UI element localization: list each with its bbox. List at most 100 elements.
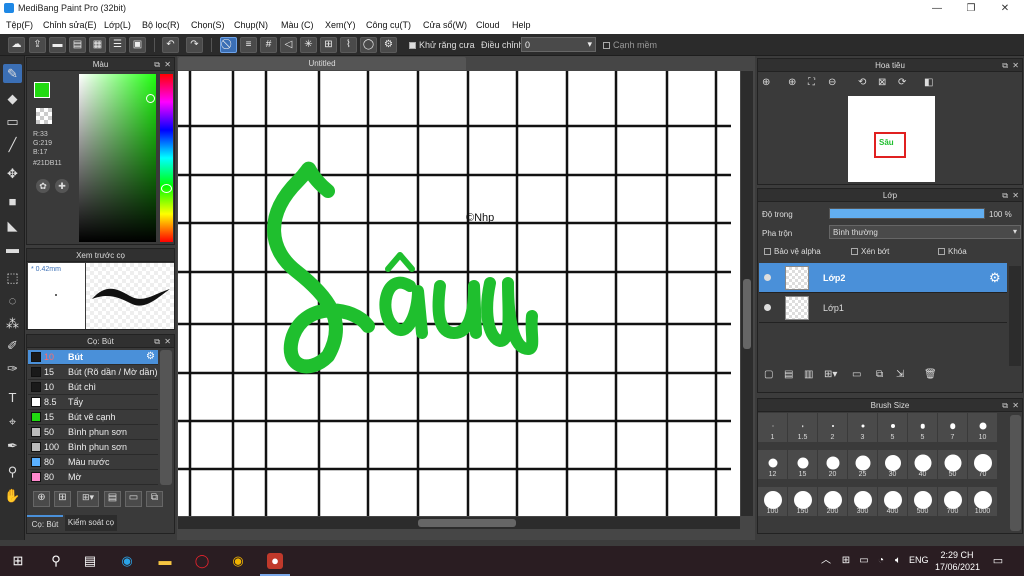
menu-file[interactable]: Tệp(F) <box>6 20 33 30</box>
brush-size-option[interactable]: 150 <box>788 487 817 516</box>
drawing-canvas[interactable]: ©Nhp <box>178 71 740 516</box>
new-layer-icon[interactable]: ▢ <box>764 369 773 380</box>
layer-list-scrollbar[interactable] <box>1009 266 1021 366</box>
close-icon[interactable]: ✕ <box>164 335 171 348</box>
menu-tools[interactable]: Công cụ(T) <box>366 20 411 30</box>
saturation-value-picker[interactable] <box>79 74 156 242</box>
page-icon[interactable]: ▦ <box>89 37 106 53</box>
undock-icon[interactable]: ⧉ <box>154 335 160 348</box>
undock-icon[interactable]: ⧉ <box>154 58 160 71</box>
brush-size-option[interactable]: 7 <box>938 413 967 442</box>
brush-list-item[interactable]: 8.5 Tẩy <box>28 395 158 410</box>
eraser-tool-icon[interactable]: ◆ <box>3 89 22 108</box>
menu-cloud[interactable]: Cloud <box>476 20 500 30</box>
cloud-icon[interactable]: ☁ <box>8 37 25 53</box>
vertical-scrollbar[interactable] <box>741 71 753 516</box>
close-icon[interactable]: ✕ <box>1012 59 1019 72</box>
brush-size-option[interactable]: 700 <box>938 487 967 516</box>
duplicate-layer-icon[interactable]: ⧉ <box>876 369 883 380</box>
brush-size-option[interactable]: 300 <box>848 487 877 516</box>
brush-size-option[interactable]: 30 <box>878 450 907 479</box>
panels-icon[interactable]: ☰ <box>109 37 126 53</box>
visibility-eye-icon[interactable] <box>764 274 771 281</box>
menu-color[interactable]: Màu (C) <box>281 20 314 30</box>
brush-tool-icon[interactable]: ✎ <box>3 64 22 83</box>
rotate-left-icon[interactable]: ⟲ <box>858 77 866 88</box>
menu-snap[interactable]: Chụp(N) <box>234 20 268 30</box>
fit-window-icon[interactable]: ⛶ <box>808 77 815 88</box>
move-tool-icon[interactable]: ✥ <box>3 164 22 183</box>
menu-help[interactable]: Help <box>512 20 531 30</box>
sv-picker-cursor[interactable] <box>146 94 155 103</box>
brush-list-item[interactable]: 10 Bút chì <box>28 380 158 395</box>
brush-size-option[interactable]: 50 <box>938 450 967 479</box>
document-tab[interactable]: Untitled <box>178 57 466 70</box>
volume-icon[interactable]: 🔈︎ <box>890 553 906 569</box>
navigator-preview[interactable]: Sâu <box>848 96 935 182</box>
text-tool-icon[interactable]: T <box>3 388 22 407</box>
brush-import-icon[interactable]: ⊞ <box>54 491 71 507</box>
dropper-tool-icon[interactable]: ✒ <box>3 436 22 455</box>
undock-icon[interactable]: ⧉ <box>1002 59 1008 72</box>
brush-size-option[interactable]: 40 <box>908 450 937 479</box>
brush-list-item[interactable]: 80 Màu nước <box>28 455 158 470</box>
primary-color-swatch[interactable] <box>34 82 50 98</box>
protect-alpha-checkbox[interactable]: Bảo vệ alpha <box>764 247 821 256</box>
brush-props-icon[interactable]: ▤ <box>104 491 121 507</box>
brush-size-option[interactable]: 500 <box>908 487 937 516</box>
gradient-tool-icon[interactable]: ▬ <box>3 239 22 258</box>
minimize-button[interactable]: — <box>920 0 954 17</box>
select-pen-icon[interactable]: ✐ <box>3 336 22 355</box>
smooth-edge-checkbox[interactable]: Cạnh mềm <box>603 40 657 50</box>
opera-browser-icon[interactable]: ◯ <box>194 553 210 569</box>
close-icon[interactable]: ✕ <box>164 58 171 71</box>
notification-tray-icon[interactable]: ⊞ <box>838 553 854 569</box>
wifi-icon[interactable]: ◔ <box>873 553 889 569</box>
menu-edit[interactable]: Chỉnh sửa(E) <box>43 20 97 30</box>
search-icon[interactable]: ⚲ <box>48 553 64 569</box>
brush-size-option[interactable]: 1 <box>758 413 787 442</box>
transparent-swatch[interactable] <box>36 108 52 124</box>
circle-snap-icon[interactable]: ◯ <box>360 37 377 53</box>
brush-size-option[interactable]: 20 <box>818 450 847 479</box>
zoom-fit-icon[interactable]: ⊕ <box>788 77 796 88</box>
visibility-eye-icon[interactable] <box>764 304 771 311</box>
bucket-tool-icon[interactable]: ◣ <box>3 216 22 235</box>
cross-snap-icon[interactable]: # <box>260 37 277 53</box>
undock-icon[interactable]: ⧉ <box>1002 399 1008 412</box>
layer-row-2[interactable]: Lớp2 ⚙ <box>759 263 1007 293</box>
close-icon[interactable]: ✕ <box>1012 189 1019 202</box>
flip-icon[interactable]: ◧ <box>924 77 933 88</box>
brush-size-option[interactable]: 10 <box>968 413 997 442</box>
brush-add-menu-icon[interactable]: ⊞▾ <box>77 491 99 507</box>
menu-view[interactable]: Xem(Y) <box>325 20 356 30</box>
palette-icon[interactable]: ✿ <box>36 179 50 193</box>
share-icon[interactable]: ⇪ <box>29 37 46 53</box>
close-button[interactable]: ✕ <box>988 0 1022 17</box>
menu-filter[interactable]: Bộ lọc(R) <box>142 20 180 30</box>
hue-slider[interactable] <box>160 74 173 242</box>
opacity-slider[interactable] <box>829 208 985 219</box>
clock[interactable]: 2:29 CH 17/06/2021 <box>935 549 980 573</box>
palette-add-icon[interactable]: ✚ <box>55 179 69 193</box>
vanish-snap-icon[interactable]: ◁ <box>280 37 297 53</box>
rotate-right-icon[interactable]: ⟳ <box>898 77 906 88</box>
snap-off-icon[interactable]: ⃠ <box>220 37 237 53</box>
brush-size-option[interactable]: 1.5 <box>788 413 817 442</box>
rect-tool-icon[interactable]: ▭ <box>3 112 22 131</box>
layer-folder-icon[interactable]: ▭ <box>852 369 861 380</box>
medibang-app-icon[interactable]: ● <box>267 553 283 569</box>
brush-size-option[interactable]: 200 <box>818 487 847 516</box>
comment-icon[interactable]: ▬ <box>49 37 66 53</box>
grid-snap-icon[interactable]: ⊞ <box>320 37 337 53</box>
clipping-checkbox[interactable]: Xén bớt <box>851 247 889 256</box>
windows-start-icon[interactable]: ⊞ <box>10 553 26 569</box>
add-layer-menu-icon[interactable]: ⊞▾ <box>824 369 837 380</box>
menu-select[interactable]: Chọn(S) <box>191 20 225 30</box>
chrome-browser-icon[interactable]: ◉ <box>230 553 246 569</box>
task-view-icon[interactable]: ▤ <box>82 553 98 569</box>
brush-list-item[interactable]: 10 Bút ⚙ <box>28 350 158 365</box>
brush-size-option[interactable]: 400 <box>878 487 907 516</box>
lasso-tool-icon[interactable]: ◌ <box>3 291 22 310</box>
language-indicator[interactable]: ENG <box>909 555 929 565</box>
